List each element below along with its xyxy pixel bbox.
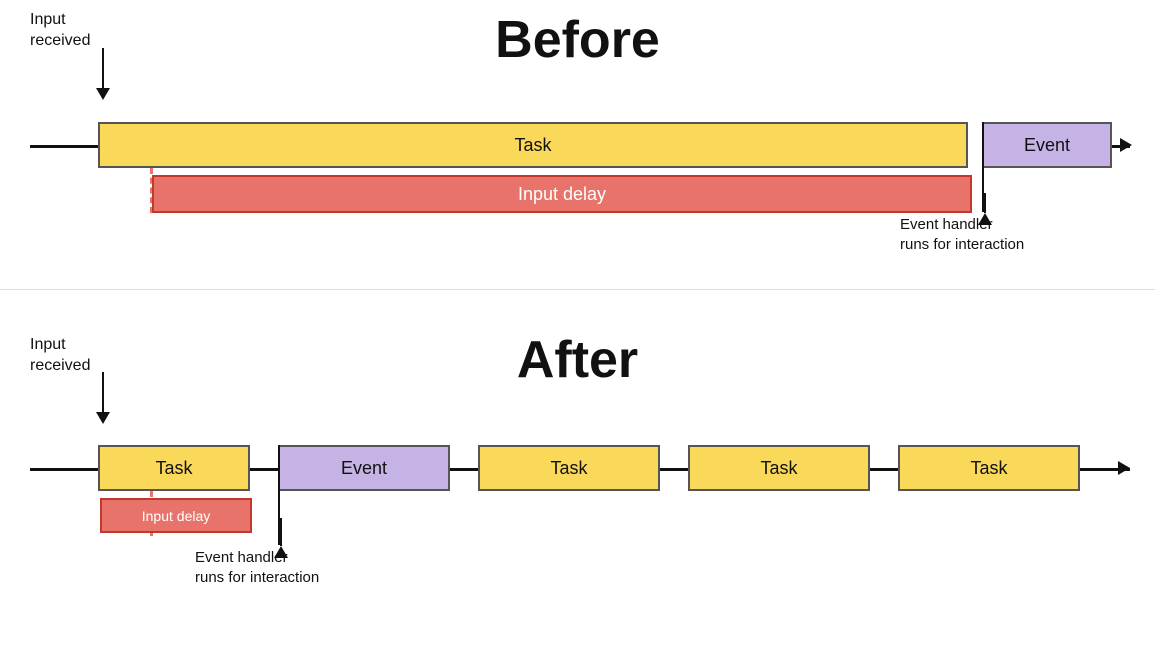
after-title: After: [517, 330, 638, 390]
section-divider: [0, 289, 1155, 290]
before-event-handler-label: Event handler runs for interaction: [900, 215, 1024, 254]
before-timeline-left: [30, 145, 98, 148]
before-task-label: Task: [514, 135, 551, 156]
before-input-delay-block: Input delay: [152, 175, 972, 213]
before-task-block: Task: [98, 122, 968, 168]
after-timeline-mid4: [870, 468, 898, 471]
after-task-label-4: Task: [970, 458, 1007, 479]
after-timeline-mid3: [660, 468, 688, 471]
before-input-delay-label: Input delay: [518, 184, 606, 205]
after-event-label: Event: [341, 458, 387, 479]
after-task-block-1: Task: [98, 445, 250, 491]
before-input-received-label: Input received: [30, 10, 90, 52]
after-input-received-label: Input received: [30, 335, 90, 377]
after-task-label-2: Task: [550, 458, 587, 479]
after-event-block: Event: [278, 445, 450, 491]
before-input-arrow: [96, 48, 110, 100]
after-task-block-3: Task: [688, 445, 870, 491]
before-title: Before: [495, 10, 660, 70]
before-event-label: Event: [1024, 135, 1070, 156]
after-section: After Input received Task Event Task Tas…: [0, 320, 1155, 647]
after-input-arrow: [96, 372, 110, 424]
before-arrow-right: [1120, 138, 1132, 152]
after-task-block-4: Task: [898, 445, 1080, 491]
after-task-label-1: Task: [155, 458, 192, 479]
before-section: Before Input received Task Event Input d…: [0, 0, 1155, 290]
after-timeline-left: [30, 468, 98, 471]
after-event-handler-label: Event handler runs for interaction: [195, 548, 319, 587]
after-input-delay-label: Input delay: [142, 508, 211, 524]
after-timeline-mid1: [250, 468, 278, 471]
after-task-block-2: Task: [478, 445, 660, 491]
after-input-delay-block: Input delay: [100, 498, 252, 533]
after-timeline-mid2: [450, 468, 478, 471]
after-task-label-3: Task: [760, 458, 797, 479]
after-arrow-right: [1118, 461, 1130, 475]
before-event-block: Event: [982, 122, 1112, 168]
